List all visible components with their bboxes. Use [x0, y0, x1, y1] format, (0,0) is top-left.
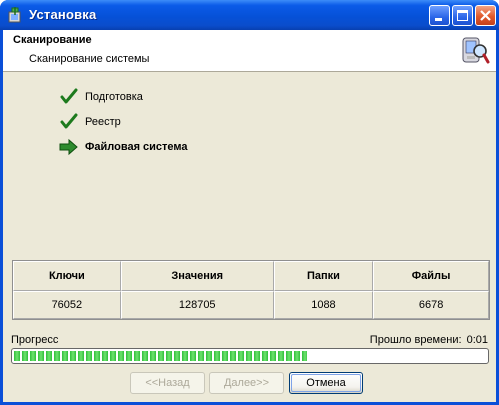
wizard-header: Сканирование Сканирование системы [3, 30, 496, 72]
minimize-button[interactable] [429, 5, 450, 26]
step-filesystem: Файловая система [59, 138, 359, 156]
step-label: Подготовка [85, 91, 143, 103]
back-button[interactable]: <<Назад [130, 372, 205, 394]
close-icon [480, 10, 491, 21]
header-title: Сканирование [13, 34, 92, 46]
window-title: Установка [29, 7, 97, 22]
table-header-row: Ключи Значения Папки Файлы [13, 261, 489, 291]
table-cell: 6678 [373, 291, 489, 319]
installer-icon [8, 7, 21, 23]
column-header: Папки [273, 261, 374, 291]
checkmark-icon [60, 88, 78, 104]
step-preparation: Подготовка [59, 88, 359, 106]
dialog-body: Сканирование Сканирование системы Подгот… [3, 30, 496, 402]
checkmark-icon [60, 113, 78, 129]
table-cell: 76052 [13, 291, 121, 319]
step-registry: Реестр [59, 113, 359, 131]
step-label: Файловая система [85, 141, 188, 153]
pda-magnifier-icon [462, 37, 490, 64]
progress-fill [14, 351, 307, 361]
close-button[interactable] [475, 5, 496, 26]
elapsed-label: Прошло времени: [369, 334, 462, 346]
table-cell: 128705 [120, 291, 274, 319]
header-subtitle: Сканирование системы [29, 53, 150, 65]
column-header: Ключи [13, 261, 121, 291]
column-header: Файлы [373, 261, 489, 291]
column-header: Значения [120, 261, 274, 291]
elapsed-time: Прошло времени: 0:01 [368, 334, 488, 346]
table-row: 76052 128705 1088 6678 [13, 291, 489, 319]
title-bar[interactable]: Установка [0, 0, 499, 30]
table-cell: 1088 [273, 291, 374, 319]
progress-bar [11, 348, 489, 364]
next-button[interactable]: Далее>> [209, 372, 284, 394]
minimize-icon [435, 18, 442, 21]
progress-label: Прогресс [11, 334, 59, 346]
cancel-button[interactable]: Отмена [289, 372, 363, 394]
step-label: Реестр [85, 116, 121, 128]
maximize-button[interactable] [452, 5, 473, 26]
elapsed-value: 0:01 [466, 334, 488, 346]
scan-stats-table: Ключи Значения Папки Файлы 76052 128705 … [12, 260, 490, 320]
installer-window: Установка Сканирование Сканирование сист… [0, 0, 499, 405]
arrow-right-icon [59, 138, 78, 156]
maximize-icon [457, 10, 468, 21]
